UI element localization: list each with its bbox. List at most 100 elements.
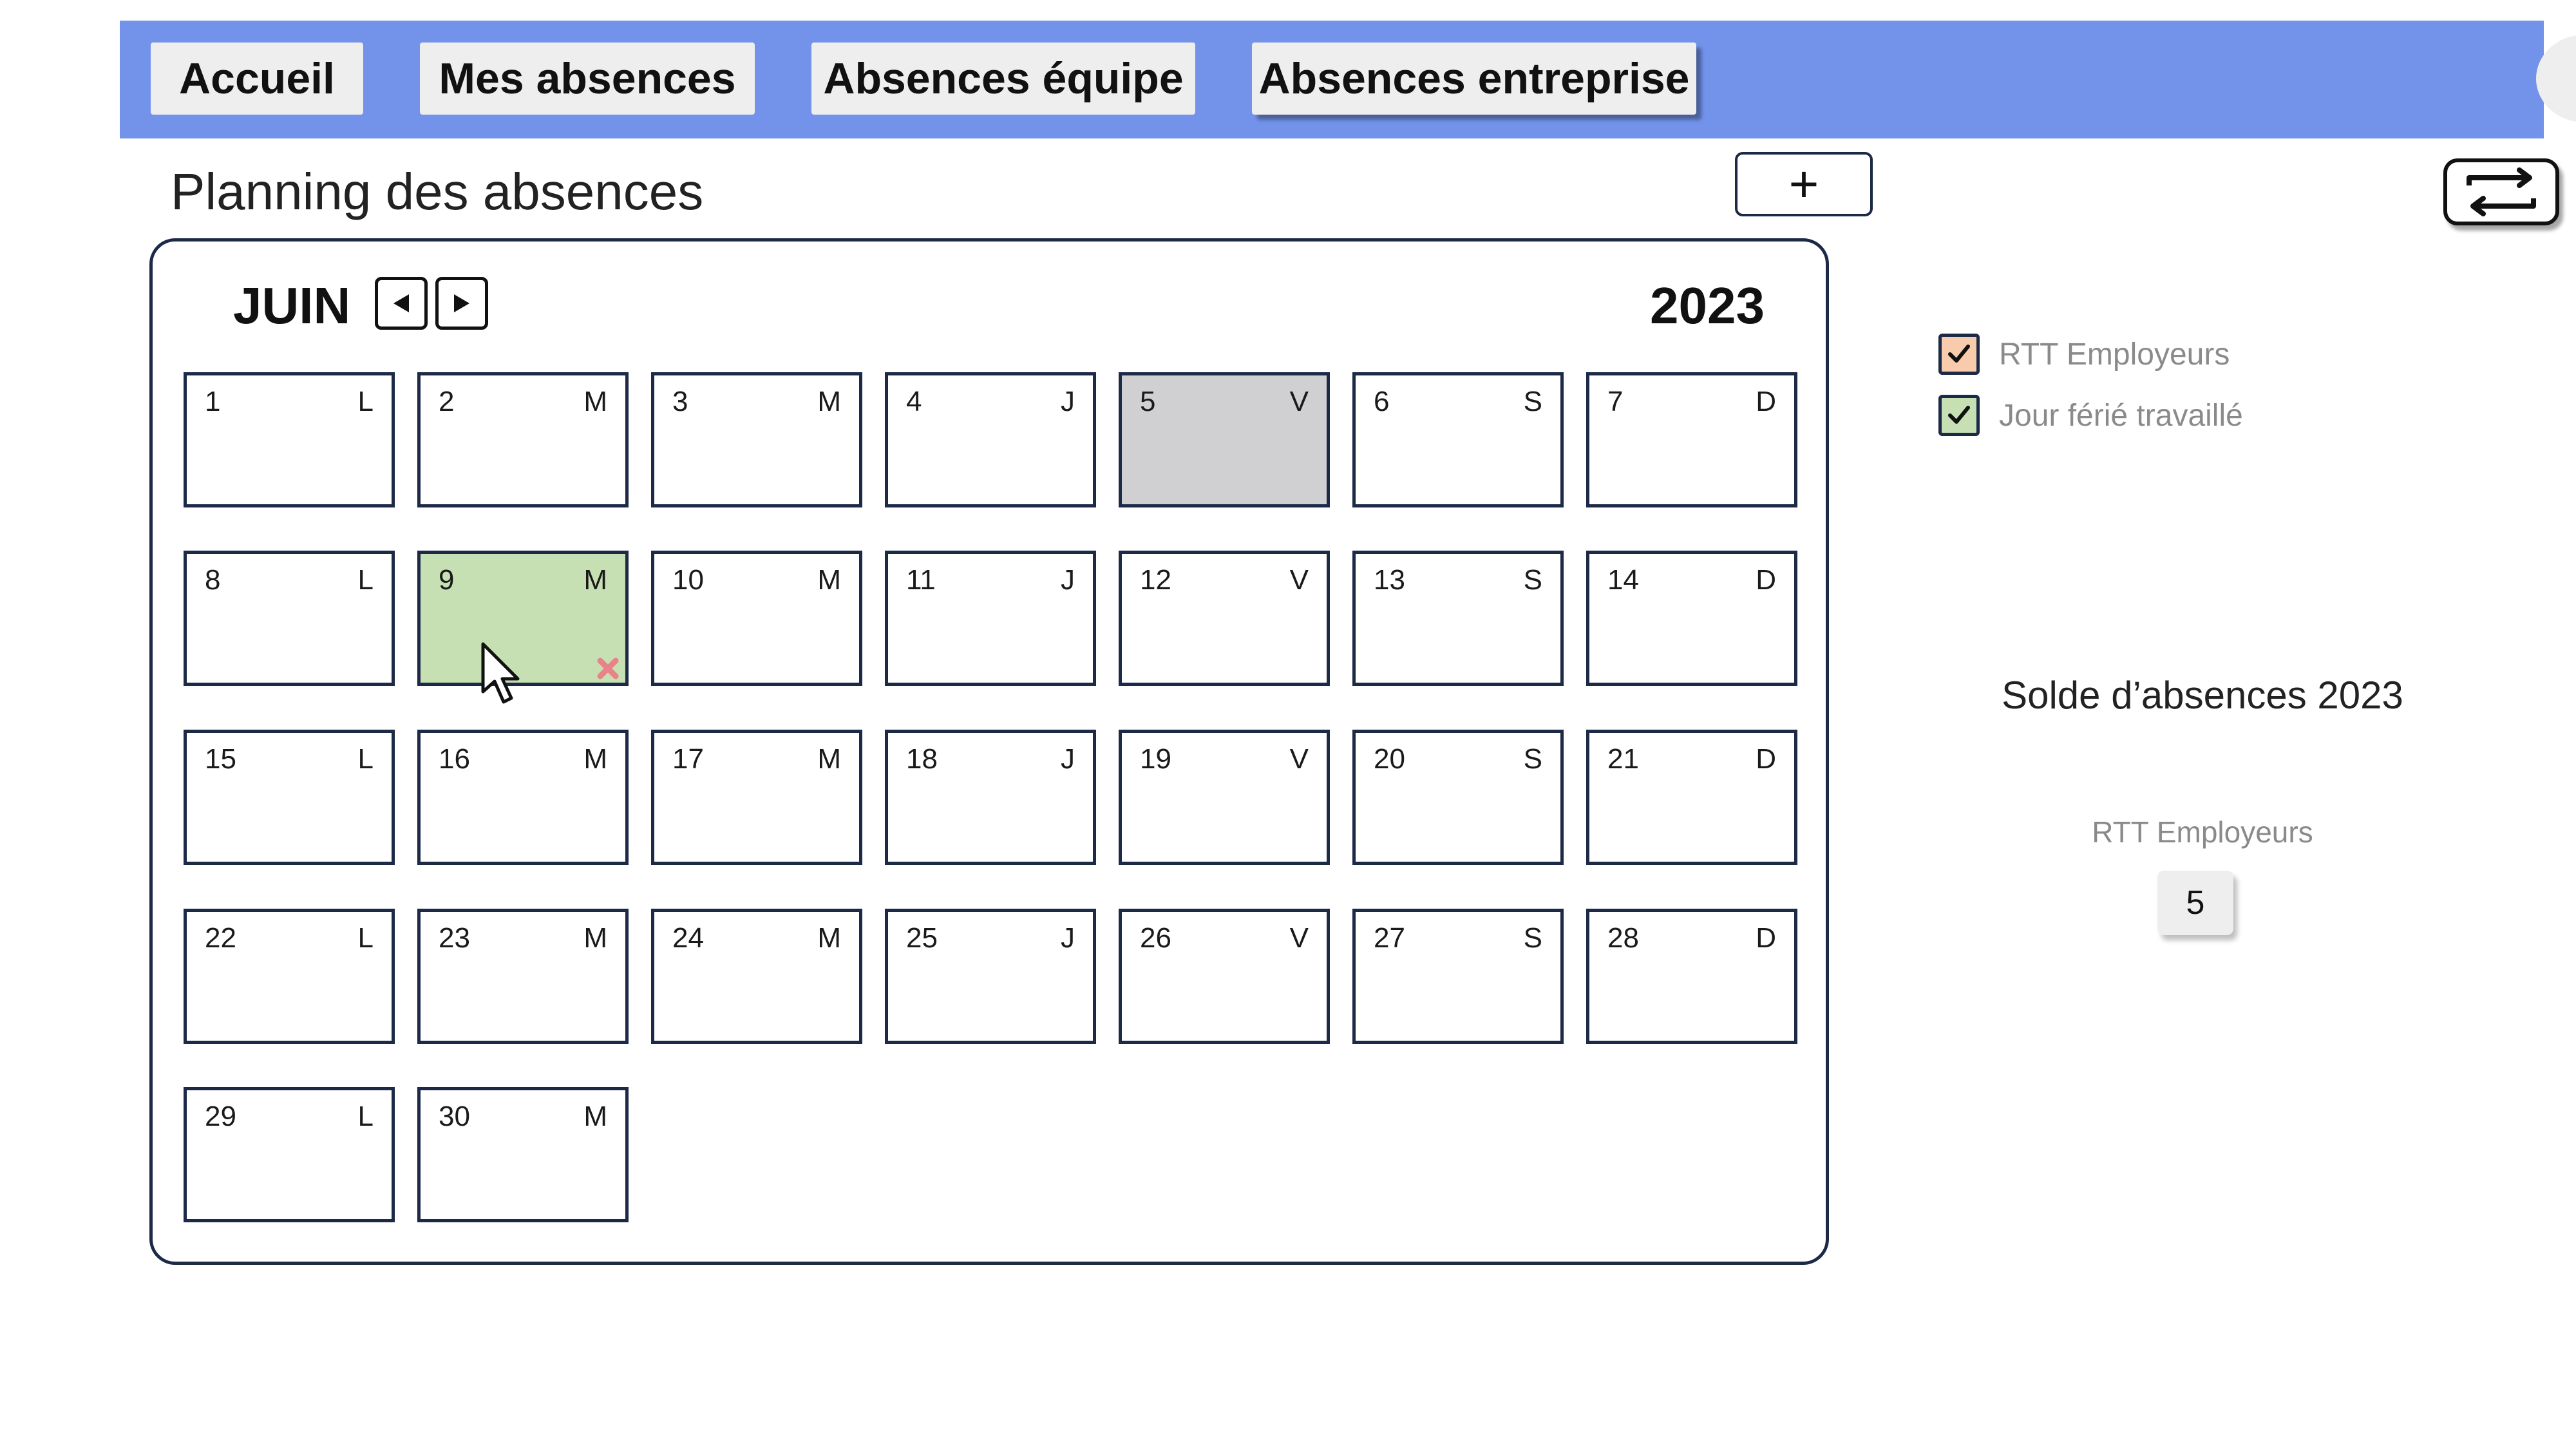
day-letter: M (817, 743, 841, 775)
day-number: 4 (906, 386, 922, 417)
day-number: 6 (1374, 386, 1390, 417)
calendar-day-cell[interactable]: 13 S (1352, 551, 1564, 686)
day-number: 2 (439, 386, 455, 417)
day-number: 26 (1140, 922, 1171, 954)
day-letter: S (1523, 564, 1542, 596)
balance-type-label: RTT Employeurs (2092, 815, 2313, 849)
calendar-day-cell[interactable]: 23 M (417, 909, 629, 1044)
nav-tab-accueil[interactable]: Accueil (151, 43, 363, 115)
calendar-day-cell[interactable]: 27 S (1352, 909, 1564, 1044)
day-letter: L (357, 743, 374, 775)
calendar-day-cell[interactable]: 6S (1352, 372, 1564, 507)
calendar-day-cell[interactable]: 11 J (885, 551, 1096, 686)
day-letter: D (1756, 564, 1776, 596)
day-letter: M (817, 922, 841, 954)
calendar-day-cell[interactable]: 20 S (1352, 730, 1564, 865)
calendar-day-cell[interactable]: 21 D (1586, 730, 1797, 865)
calendar-day-cell[interactable]: 18 J (885, 730, 1096, 865)
triangle-right-icon (454, 294, 469, 312)
page-title: Planning des absences (171, 163, 704, 220)
day-number: 16 (439, 743, 470, 775)
calendar-day-cell[interactable]: 14 D (1586, 551, 1797, 686)
day-number: 7 (1607, 386, 1624, 417)
mouse-pointer-icon (480, 641, 526, 706)
legend-label: RTT Employeurs (1999, 337, 2230, 372)
calendar-day-cell[interactable]: 24 M (651, 909, 862, 1044)
day-letter: J (1061, 564, 1075, 596)
day-letter: V (1289, 386, 1309, 417)
day-number: 10 (672, 564, 704, 596)
day-letter: M (583, 743, 607, 775)
day-letter: D (1756, 922, 1776, 954)
balance-value: 5 (2157, 871, 2233, 935)
nav-tab-mes-absences[interactable]: Mes absences (420, 43, 755, 115)
checkmark-icon (1948, 406, 1970, 424)
day-letter: S (1523, 922, 1542, 954)
day-number: 24 (672, 922, 704, 954)
day-number: 30 (439, 1101, 470, 1132)
calendar-day-cell[interactable]: 25 J (885, 909, 1096, 1044)
day-number: 15 (205, 743, 236, 775)
add-absence-button[interactable]: + (1735, 152, 1873, 216)
calendar-day-cell[interactable]: 5V (1119, 372, 1330, 507)
nav-tab-absences-entreprise[interactable]: Absences entreprise (1252, 43, 1696, 115)
day-number: 18 (906, 743, 938, 775)
day-number: 20 (1374, 743, 1405, 775)
calendar-day-cell[interactable]: 2M (417, 372, 629, 507)
day-number: 27 (1374, 922, 1405, 954)
calendar-day-cell[interactable]: 10 M (651, 551, 862, 686)
day-number: 28 (1607, 922, 1639, 954)
user-avatar[interactable] (2536, 35, 2576, 122)
day-letter: V (1289, 743, 1309, 775)
day-number: 21 (1607, 743, 1639, 775)
day-number: 23 (439, 922, 470, 954)
calendar-day-cell[interactable]: 16 M (417, 730, 629, 865)
legend-checkbox-rtt[interactable] (1938, 334, 1980, 375)
switch-view-button[interactable] (2443, 158, 2559, 225)
day-letter: L (357, 564, 374, 596)
day-letter: J (1061, 386, 1075, 417)
calendar-day-cell[interactable]: 19 V (1119, 730, 1330, 865)
calendar-day-cell[interactable]: 22 L (184, 909, 395, 1044)
balance-title: Solde d’absences 2023 (2002, 674, 2403, 717)
calendar-day-cell[interactable]: 26 V (1119, 909, 1330, 1044)
calendar-day-cell[interactable]: 4J (885, 372, 1096, 507)
calendar-day-cell[interactable]: 12 V (1119, 551, 1330, 686)
day-number: 17 (672, 743, 704, 775)
day-letter: S (1523, 743, 1542, 775)
close-icon[interactable] (595, 656, 621, 681)
calendar-day-cell[interactable]: 1L (184, 372, 395, 507)
day-letter: M (583, 564, 607, 596)
day-letter: L (357, 922, 374, 954)
day-letter: M (583, 922, 607, 954)
day-number: 29 (205, 1101, 236, 1132)
calendar-day-cell[interactable]: 28 D (1586, 909, 1797, 1044)
day-number: 22 (205, 922, 236, 954)
day-letter: M (583, 386, 607, 417)
legend-item-rtt-employeurs[interactable]: RTT Employeurs (1938, 332, 2230, 377)
calendar-day-cell[interactable]: 17 M (651, 730, 862, 865)
day-number: 8 (205, 564, 221, 596)
calendar-day-cell[interactable]: 30 M (417, 1087, 629, 1222)
calendar-day-cell[interactable]: 3M (651, 372, 862, 507)
day-number: 11 (906, 564, 936, 596)
nav-tab-absences-equipe[interactable]: Absences équipe (811, 43, 1195, 115)
calendar-day-cell[interactable]: 7D (1586, 372, 1797, 507)
calendar-month: JUIN (233, 277, 351, 334)
previous-month-button[interactable] (375, 277, 428, 330)
calendar-day-cell[interactable]: 15 L (184, 730, 395, 865)
top-nav-bar: Accueil Mes absences Absences équipe Abs… (120, 21, 2576, 138)
calendar-day-cell[interactable]: 8L (184, 551, 395, 686)
day-letter: M (817, 386, 841, 417)
day-number: 13 (1374, 564, 1405, 596)
day-letter: L (357, 386, 374, 417)
day-number: 19 (1140, 743, 1171, 775)
triangle-left-icon (393, 294, 409, 312)
legend-checkbox-jour-ferie[interactable] (1938, 395, 1980, 436)
next-month-button[interactable] (435, 277, 488, 330)
calendar-day-cell[interactable]: 29 L (184, 1087, 395, 1222)
day-number: 14 (1607, 564, 1639, 596)
legend-item-jour-ferie[interactable]: Jour férié travaillé (1938, 393, 2243, 438)
legend-label: Jour férié travaillé (1999, 398, 2243, 433)
day-number: 12 (1140, 564, 1171, 596)
